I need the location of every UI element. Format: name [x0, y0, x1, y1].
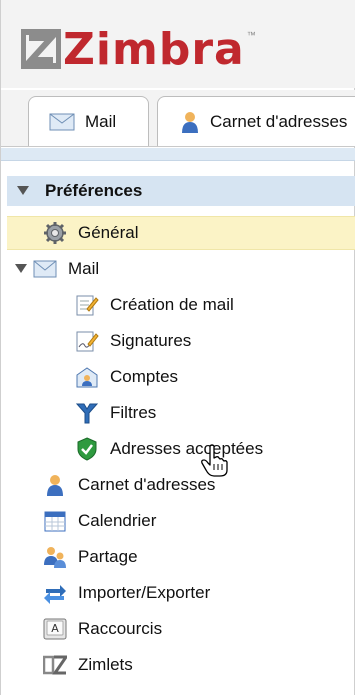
- keyboard-key-icon: A: [43, 617, 67, 641]
- expand-triangle-icon[interactable]: [17, 186, 31, 196]
- accounts-icon: [75, 365, 99, 389]
- tab-mail[interactable]: Mail: [28, 96, 149, 146]
- tree-item-label: Adresses acceptées: [110, 439, 264, 458]
- tree-item-label: Partage: [78, 547, 138, 566]
- signature-icon: [75, 329, 99, 353]
- zimlet-icon: [43, 653, 67, 677]
- tree-item-label: Signatures: [110, 331, 192, 350]
- tree-item-composing[interactable]: Création de mail: [75, 288, 234, 322]
- tree-item-label: Raccourcis: [78, 619, 163, 638]
- tree-item-zimlets[interactable]: Zimlets: [43, 648, 133, 682]
- calendar-icon: [43, 509, 67, 533]
- tab-mail-label: Mail: [85, 111, 117, 131]
- zimbra-mark-icon: [21, 26, 61, 74]
- tree-item-contacts[interactable]: Carnet d'adresses: [43, 468, 215, 502]
- tree-item-mail[interactable]: Mail: [15, 252, 99, 286]
- toolbar-strip: [1, 148, 355, 161]
- tree-item-trusted-addresses[interactable]: Adresses acceptées: [75, 432, 263, 466]
- tree-item-signatures[interactable]: Signatures: [75, 324, 191, 358]
- import-export-icon: [43, 581, 67, 605]
- gear-icon: [43, 221, 67, 245]
- tree-header-preferences[interactable]: Préférences: [7, 176, 355, 206]
- envelope-icon: [33, 257, 57, 281]
- expand-triangle-icon[interactable]: [15, 264, 29, 274]
- tree-item-label: Carnet d'adresses: [78, 475, 216, 494]
- tree-header-label: Préférences: [45, 181, 143, 200]
- tree-item-label: Calendrier: [78, 511, 157, 530]
- tree-item-label: Création de mail: [110, 295, 234, 314]
- tab-contacts-label: Carnet d'adresses: [210, 111, 348, 131]
- app-frame: Zimbra ™ Mail Carnet d'adresses Préféren…: [0, 0, 355, 695]
- hand-cursor-icon: [201, 444, 229, 483]
- shield-check-icon: [75, 437, 99, 461]
- logo-wordmark: Zimbra: [63, 24, 245, 75]
- tree-item-label: Importer/Exporter: [78, 583, 211, 602]
- tree-item-label: Général: [78, 223, 139, 242]
- contact-icon: [180, 110, 200, 134]
- app-tab-bar: Mail Carnet d'adresses: [1, 90, 355, 147]
- tree-item-shortcuts[interactable]: A Raccourcis: [43, 612, 162, 646]
- tree-item-general[interactable]: Général: [7, 216, 355, 250]
- tree-item-accounts[interactable]: Comptes: [75, 360, 178, 394]
- tree-item-calendar[interactable]: Calendrier: [43, 504, 156, 538]
- tree-item-import-export[interactable]: Importer/Exporter: [43, 576, 210, 610]
- sharing-icon: [43, 545, 67, 569]
- tab-contacts[interactable]: Carnet d'adresses: [157, 96, 355, 146]
- filter-icon: [75, 401, 99, 425]
- tree-item-filters[interactable]: Filtres: [75, 396, 156, 430]
- zimbra-logo[interactable]: Zimbra ™: [21, 20, 256, 80]
- tree-item-label: Zimlets: [78, 655, 133, 674]
- contact-icon: [43, 473, 67, 497]
- tree-item-sharing[interactable]: Partage: [43, 540, 138, 574]
- tree-item-label: Filtres: [110, 403, 157, 422]
- compose-icon: [75, 293, 99, 317]
- trademark-mark: ™: [246, 30, 256, 40]
- svg-text:A: A: [51, 622, 59, 635]
- logo-area: Zimbra ™: [1, 0, 355, 88]
- envelope-icon: [49, 113, 75, 131]
- tree-item-label: Mail: [68, 259, 100, 278]
- tree-item-label: Comptes: [110, 367, 179, 386]
